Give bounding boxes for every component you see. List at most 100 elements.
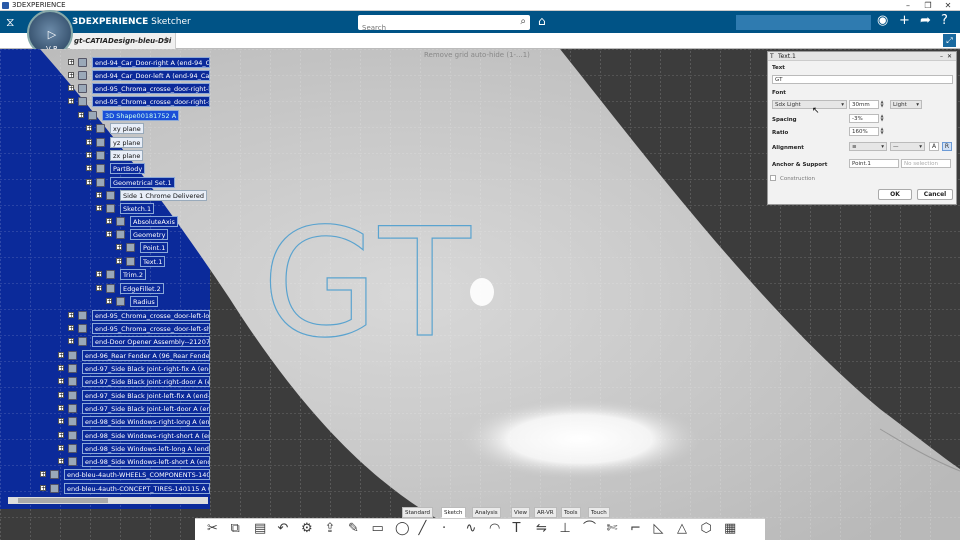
line-dropdown[interactable]: — ▾	[890, 142, 925, 151]
tree-item[interactable]: end-97_Side Black Joint-left-door A (end…	[82, 403, 210, 414]
grid-icon[interactable]: ▦	[724, 520, 736, 538]
tree-item[interactable]: end-Door Opener Assembly--2120759	[92, 336, 210, 347]
tree-item[interactable]: end-98_Side Windows-left-short A (end-98	[82, 456, 210, 467]
expand-toggle-icon[interactable]: +	[116, 244, 122, 251]
tree-scrollbar[interactable]	[8, 497, 208, 504]
tree-item[interactable]: end-bleu-4auth-CONCEPT_TIRES-140115 A (C…	[64, 483, 210, 494]
undo-icon[interactable]: ↶	[278, 520, 289, 538]
tree-item[interactable]: end-95_Chroma_crosse_door-left-long	[92, 310, 210, 321]
expand-toggle-icon[interactable]: +	[58, 392, 64, 399]
user-area[interactable]	[736, 15, 871, 30]
measure-icon[interactable]: △	[677, 520, 687, 538]
tree-item[interactable]: PartBody	[110, 163, 146, 174]
expand-toggle-icon[interactable]: +	[58, 418, 64, 425]
robot-icon[interactable]: ⚙	[301, 520, 313, 538]
expand-toggle-icon[interactable]: +	[96, 205, 102, 212]
tab-sketch[interactable]: Sketch	[441, 507, 466, 518]
tab-document[interactable]: gt-CATIADesign-bleu-DSi	[70, 33, 177, 49]
project-icon[interactable]: ⬡	[701, 520, 712, 538]
expand-toggle-icon[interactable]: +	[68, 98, 74, 105]
expand-toggle-icon[interactable]: +	[86, 179, 92, 186]
expand-toggle-icon[interactable]: +	[106, 218, 112, 225]
expand-toggle-icon[interactable]: +	[68, 325, 74, 332]
sketch-icon[interactable]: ✎	[348, 520, 359, 538]
panel-minimize-icon[interactable]: –	[940, 52, 943, 61]
tab-view[interactable]: View	[511, 507, 531, 518]
font-size-stepper[interactable]: ▲ ▼	[879, 100, 885, 109]
tree-item[interactable]: yz plane	[110, 137, 144, 148]
tree-item[interactable]: end-bleu-4auth-WHEELS_COMPONENTS-140115	[64, 469, 210, 480]
alignment-dropdown[interactable]: ≡ ▾	[849, 142, 887, 151]
support-input[interactable]: No selection	[901, 159, 951, 168]
tree-item[interactable]: end-98_Side Windows-left-long A (end-98	[82, 443, 210, 454]
font-dropdown[interactable]: Sdx Light ▾	[772, 100, 847, 109]
point-icon[interactable]: ·	[442, 520, 446, 538]
expand-toggle-icon[interactable]: +	[58, 405, 64, 412]
mirror-icon[interactable]: ⇋	[536, 520, 547, 538]
rectangle-icon[interactable]: ▭	[372, 520, 384, 538]
chamfer-icon[interactable]: ◺	[654, 520, 664, 538]
search-box[interactable]: ⌕	[358, 15, 530, 36]
tree-item[interactable]: end-94_Car_Door-right A (end-94_Car_I	[92, 57, 210, 68]
share-icon[interactable]: ➦	[920, 13, 931, 29]
tab-tools[interactable]: Tools	[561, 507, 581, 518]
tree-item[interactable]: xy plane	[110, 123, 144, 134]
tree-item[interactable]: zx plane	[110, 150, 144, 161]
trim-icon[interactable]: ✄	[607, 520, 618, 538]
tag-icon[interactable]: ⌂	[538, 14, 546, 28]
export-icon[interactable]: ⇪	[325, 520, 336, 538]
spline-icon[interactable]: ∿	[466, 520, 477, 538]
close-icon[interactable]: ✕	[938, 0, 958, 11]
tab-touch[interactable]: Touch	[588, 507, 610, 518]
spacing-input[interactable]: -3%	[849, 114, 879, 123]
expand-toggle-icon[interactable]: +	[106, 231, 112, 238]
expand-toggle-icon[interactable]: +	[58, 378, 64, 385]
help-icon[interactable]: ?	[941, 13, 948, 29]
tree-item[interactable]: Trim.2	[120, 269, 147, 280]
text-input[interactable]: GT	[772, 75, 953, 84]
expand-toggle-icon[interactable]: +	[68, 85, 74, 92]
expand-toggle-icon[interactable]: +	[68, 72, 74, 79]
expand-toggle-icon[interactable]: +	[96, 285, 102, 292]
corner-icon[interactable]: ⌐	[630, 520, 641, 538]
ds-logo-icon[interactable]: ⧖	[6, 15, 22, 29]
tree-item[interactable]: AbsoluteAxis	[130, 216, 178, 227]
expand-toggle-icon[interactable]: +	[68, 59, 74, 66]
text-direction-icon[interactable]: A	[929, 142, 939, 151]
expand-toggle-icon[interactable]: +	[58, 432, 64, 439]
ok-button[interactable]: OK	[878, 189, 912, 200]
construction-checkbox[interactable]	[770, 175, 776, 181]
font-size-input[interactable]: 30mm	[849, 100, 879, 109]
user-icon[interactable]: ◉	[877, 13, 888, 29]
expand-toggle-icon[interactable]: +	[58, 445, 64, 452]
tree-item[interactable]: end-97_Side Black Joint-left-fix A (end-…	[82, 390, 210, 401]
tree-item[interactable]: end-98_Side Windows-right-short A (end-9	[82, 430, 210, 441]
expand-icon[interactable]: ⤢	[943, 34, 956, 47]
panel-close-icon[interactable]: ✕	[947, 52, 952, 61]
expand-toggle-icon[interactable]: +	[86, 165, 92, 172]
add-icon[interactable]: +	[899, 13, 910, 29]
tree-item[interactable]: Point.1	[140, 242, 169, 253]
expand-toggle-icon[interactable]: +	[40, 485, 46, 492]
expand-toggle-icon[interactable]: +	[58, 365, 64, 372]
tab-ar-vr[interactable]: AR-VR	[534, 507, 557, 518]
tangent-icon[interactable]: ⌒	[583, 520, 596, 538]
text-icon[interactable]: T	[513, 520, 521, 538]
expand-toggle-icon[interactable]: +	[106, 298, 112, 305]
anchor-input[interactable]: Point.1	[849, 159, 899, 168]
expand-toggle-icon[interactable]: +	[68, 338, 74, 345]
expand-toggle-icon[interactable]: +	[86, 139, 92, 146]
conic-icon[interactable]: ◠	[489, 520, 500, 538]
tree-item[interactable]: end-95_Chroma_crosse_door-left-short	[92, 323, 210, 334]
expand-toggle-icon[interactable]: +	[78, 112, 84, 119]
paste-icon[interactable]: ▤	[254, 520, 266, 538]
tab-standard[interactable]: Standard	[402, 507, 434, 518]
tree-item[interactable]: Side 1 Chrome Delivered	[120, 190, 208, 201]
tree-item[interactable]: end-97_Side Black Joint-right-door A (en…	[82, 376, 210, 387]
tree-scroll-thumb[interactable]	[18, 498, 108, 503]
tree-item[interactable]: Text.1	[140, 256, 166, 267]
ratio-stepper[interactable]: ▲ ▼	[879, 127, 885, 136]
tree-item[interactable]: end-96_Rear Fender A (96_Rear Fender 1)	[82, 350, 210, 361]
font-style-dropdown[interactable]: Light ▾	[890, 100, 922, 109]
cut-icon[interactable]: ✂	[207, 520, 218, 538]
